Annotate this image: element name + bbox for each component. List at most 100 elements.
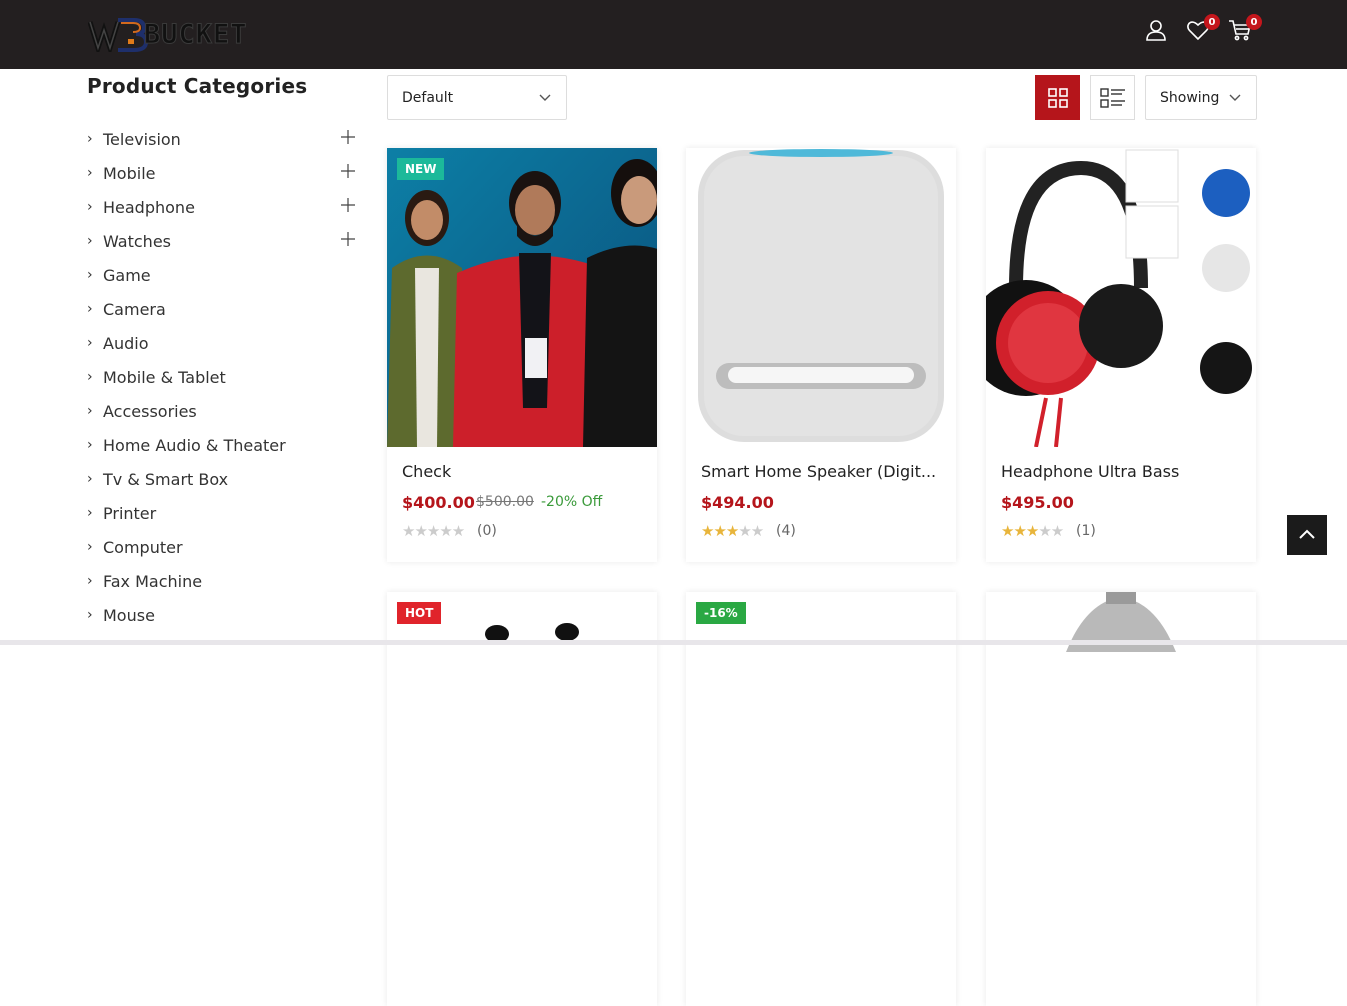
sidebar-item-label: Mobile <box>103 163 156 183</box>
rating-stars: ★★★★★ <box>701 522 764 540</box>
product-image[interactable] <box>686 148 956 447</box>
sidebar-item-headphone[interactable]: › Headphone <box>87 190 357 224</box>
wishlist-count-badge: 0 <box>1204 14 1220 30</box>
sidebar-item-fax-machine[interactable]: › Fax Machine <box>87 564 357 598</box>
rating-stars: ★★★★★ <box>402 522 465 540</box>
chevron-right-icon: › <box>87 471 93 487</box>
chevron-right-icon: › <box>87 573 93 589</box>
review-count: (4) <box>776 523 796 539</box>
product-card[interactable]: HOT <box>387 592 657 1006</box>
back-to-top-button[interactable] <box>1287 515 1327 555</box>
sort-select-value: Default <box>402 89 454 106</box>
sidebar-item-label: Mouse <box>103 605 155 625</box>
chevron-right-icon: › <box>87 335 93 351</box>
product-card[interactable]: NEW Check $400.00 $500.00 -20% Off ★★★★★… <box>387 148 657 562</box>
page-bottom-edge <box>0 640 1347 645</box>
sidebar-item-label: Tv & Smart Box <box>103 469 229 489</box>
category-sidebar: Product Categories › Television › Mobile… <box>87 74 357 632</box>
chevron-up-icon <box>1299 529 1315 539</box>
sidebar-item-tv-smart-box[interactable]: › Tv & Smart Box <box>87 462 357 496</box>
sidebar-item-label: Home Audio & Theater <box>103 435 286 455</box>
header-actions: 0 0 <box>1144 14 1262 42</box>
chevron-right-icon: › <box>87 539 93 555</box>
sidebar-item-label: Mobile & Tablet <box>103 367 226 387</box>
wishlist-button[interactable]: 0 <box>1186 14 1220 42</box>
product-card[interactable]: -16% <box>686 592 956 1006</box>
chevron-right-icon: › <box>87 165 93 181</box>
discount-badge: -16% <box>696 602 746 624</box>
chevron-down-icon <box>539 94 551 101</box>
product-image[interactable] <box>986 148 1256 447</box>
product-price: $495.00 <box>1001 493 1074 512</box>
plus-icon[interactable] <box>341 130 355 144</box>
cart-button[interactable]: 0 <box>1228 14 1262 42</box>
user-icon[interactable] <box>1144 18 1168 42</box>
product-image[interactable]: -16% <box>686 592 956 891</box>
sidebar-item-label: Television <box>103 129 181 149</box>
product-old-price: $500.00 <box>476 494 534 510</box>
list-view-icon <box>1099 87 1125 108</box>
chevron-right-icon: › <box>87 267 93 283</box>
showing-select[interactable]: Showing <box>1145 75 1257 120</box>
product-card[interactable]: Headphone Ultra Bass $495.00 ★★★★★ (1) <box>986 148 1256 562</box>
sidebar-item-label: Fax Machine <box>103 571 203 591</box>
chevron-right-icon: › <box>87 607 93 623</box>
sidebar-item-label: Accessories <box>103 401 197 421</box>
logo-mark-icon <box>88 18 148 52</box>
sidebar-item-mobile-tablet[interactable]: › Mobile & Tablet <box>87 360 357 394</box>
chevron-right-icon: › <box>87 437 93 453</box>
sidebar-item-mouse[interactable]: › Mouse <box>87 598 357 632</box>
sidebar-item-label: Computer <box>103 537 183 557</box>
list-view-button[interactable] <box>1090 75 1135 120</box>
product-price: $400.00 <box>402 493 475 512</box>
plus-icon[interactable] <box>341 198 355 212</box>
logo[interactable]: BUCKET <box>88 14 248 54</box>
chevron-right-icon: › <box>87 131 93 147</box>
cart-count-badge: 0 <box>1246 14 1262 30</box>
sidebar-item-label: Headphone <box>103 197 195 217</box>
sidebar-item-audio[interactable]: › Audio <box>87 326 357 360</box>
sort-select[interactable]: Default <box>387 75 567 120</box>
chevron-right-icon: › <box>87 199 93 215</box>
product-card[interactable]: Smart Home Speaker (Digit... $494.00 ★★★… <box>686 148 956 562</box>
shop-toolbar: Default Showing <box>387 75 1257 120</box>
chevron-right-icon: › <box>87 233 93 249</box>
product-title[interactable]: Check <box>402 462 642 481</box>
product-title[interactable]: Headphone Ultra Bass <box>1001 462 1241 481</box>
chevron-right-icon: › <box>87 301 93 317</box>
product-discount: -20% Off <box>541 494 603 510</box>
review-count: (1) <box>1076 523 1096 539</box>
product-image[interactable]: NEW <box>387 148 657 447</box>
sidebar-item-label: Game <box>103 265 151 285</box>
sidebar-item-camera[interactable]: › Camera <box>87 292 357 326</box>
sidebar-item-computer[interactable]: › Computer <box>87 530 357 564</box>
sidebar-item-television[interactable]: › Television <box>87 122 357 156</box>
sidebar-item-label: Camera <box>103 299 166 319</box>
grid-view-icon <box>1047 87 1068 108</box>
chevron-right-icon: › <box>87 505 93 521</box>
sidebar-title: Product Categories <box>87 74 308 98</box>
grid-view-button[interactable] <box>1035 75 1080 120</box>
sidebar-item-printer[interactable]: › Printer <box>87 496 357 530</box>
showing-select-value: Showing <box>1160 89 1220 106</box>
chevron-right-icon: › <box>87 369 93 385</box>
sidebar-item-watches[interactable]: › Watches <box>87 224 357 258</box>
new-badge: NEW <box>397 158 445 180</box>
product-image[interactable]: HOT <box>387 592 657 891</box>
logo-text: BUCKET <box>144 18 248 50</box>
sidebar-item-label: Printer <box>103 503 157 523</box>
chevron-down-icon <box>1229 94 1241 101</box>
sidebar-item-home-audio-theater[interactable]: › Home Audio & Theater <box>87 428 357 462</box>
sidebar-item-game[interactable]: › Game <box>87 258 357 292</box>
plus-icon[interactable] <box>341 232 355 246</box>
rating-stars: ★★★★★ <box>1001 522 1064 540</box>
product-image[interactable] <box>986 592 1256 891</box>
sidebar-item-accessories[interactable]: › Accessories <box>87 394 357 428</box>
product-card[interactable] <box>986 592 1256 1006</box>
hot-badge: HOT <box>397 602 442 624</box>
sidebar-item-label: Watches <box>103 231 171 251</box>
product-title[interactable]: Smart Home Speaker (Digit... <box>701 462 941 481</box>
sidebar-item-mobile[interactable]: › Mobile <box>87 156 357 190</box>
plus-icon[interactable] <box>341 164 355 178</box>
site-header: BUCKET 0 0 <box>0 0 1347 69</box>
